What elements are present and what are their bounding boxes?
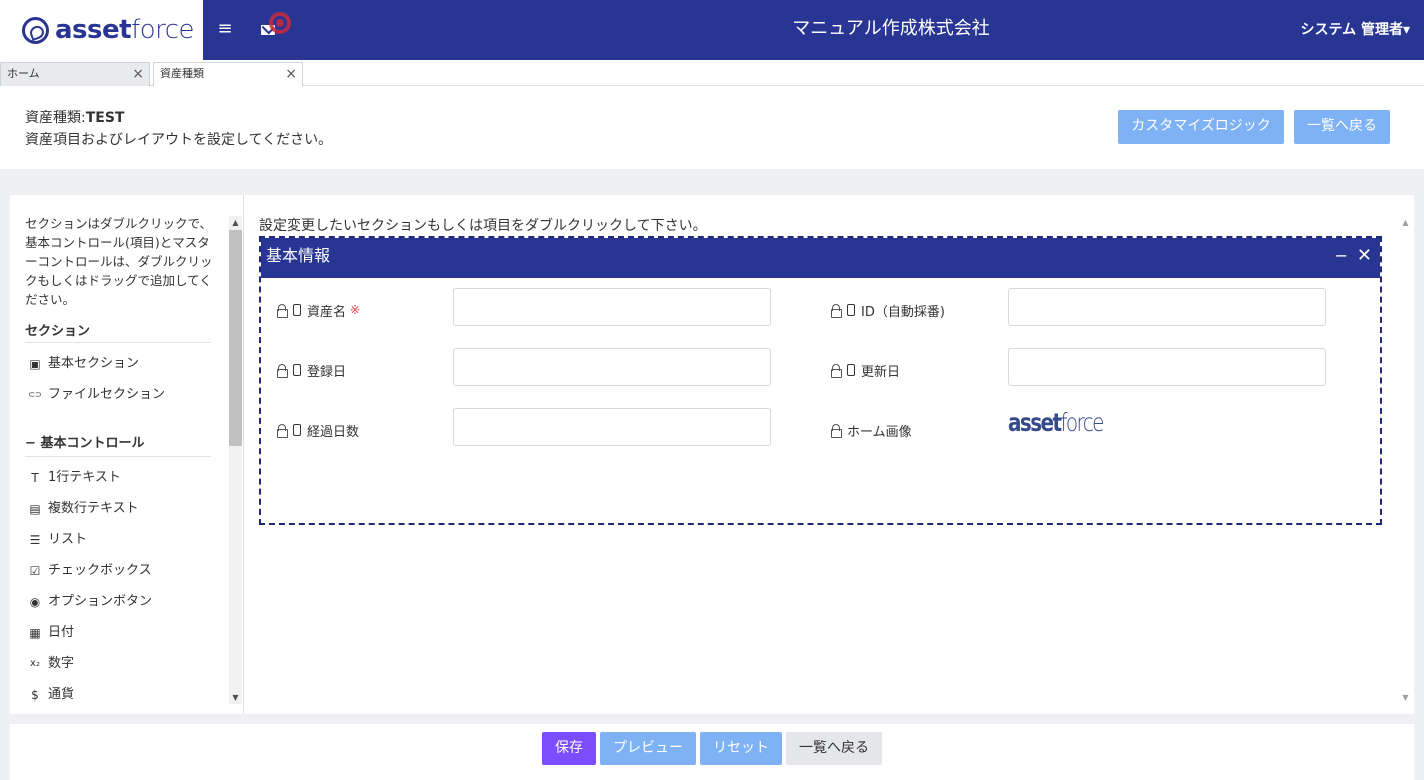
page-description: 資産項目およびレイアウトを設定してください。 xyxy=(25,132,333,148)
top-bar: assetforce ≡ マニュアル作成株式会社 システム 管理者▾ xyxy=(0,0,1424,60)
palette-item-list[interactable]: ☰ リスト xyxy=(28,530,87,550)
registered-date-input[interactable] xyxy=(453,348,771,386)
field-label-registered-date[interactable]: 登録日 xyxy=(277,360,346,380)
control-palette: セクションはダブルクリックで、基本コントロール(項目)とマスターコントロールは、… xyxy=(10,195,244,714)
calendar-icon: ▦ xyxy=(29,626,41,640)
mobile-icon xyxy=(293,364,301,376)
palette-item-file-section[interactable]: ⊂⊃ ファイルセクション xyxy=(28,385,165,405)
palette-item-single-line-text[interactable]: T 1行テキスト xyxy=(28,468,121,488)
collapse-icon: − xyxy=(25,436,36,451)
subscript-icon: x₂ xyxy=(30,658,40,669)
close-icon[interactable]: × xyxy=(285,63,297,85)
user-menu[interactable]: システム 管理者▾ xyxy=(1301,0,1411,60)
home-image-logo[interactable]: assetforce xyxy=(1008,408,1104,437)
lock-icon xyxy=(831,424,842,438)
tab-asset-type[interactable]: 資産種類 × xyxy=(153,62,303,87)
list-icon: ☰ xyxy=(29,533,41,547)
mobile-icon xyxy=(293,304,301,316)
divider xyxy=(25,456,211,457)
lock-icon xyxy=(831,304,842,318)
tab-home[interactable]: ホーム × xyxy=(0,62,150,86)
canvas-help-text: 設定変更したいセクションもしくは項目をダブルクリックして下さい。 xyxy=(259,218,707,234)
asset-name-input[interactable] xyxy=(453,288,771,326)
palette-item-checkbox[interactable]: ☑ チェックボックス xyxy=(28,561,152,581)
tab-bar: ホーム × 資産種類 × xyxy=(0,60,1424,87)
text-icon: T xyxy=(31,471,39,485)
page-title-area: 資産種類:TEST 資産項目およびレイアウトを設定してください。 カスタマイズロ… xyxy=(0,86,1424,169)
customize-logic-button[interactable]: カスタマイズロジック xyxy=(1118,110,1284,144)
radio-icon: ◉ xyxy=(29,595,41,609)
caret-down-icon: ▾ xyxy=(1402,22,1410,38)
updated-date-input[interactable] xyxy=(1008,348,1326,386)
user-name: システム 管理者 xyxy=(1300,22,1403,38)
lock-icon xyxy=(277,304,288,318)
company-name: マニュアル作成株式会社 xyxy=(792,18,990,39)
lock-icon xyxy=(277,364,288,378)
note-icon: ▤ xyxy=(29,502,41,516)
field-label-home-image[interactable]: ホーム画像 xyxy=(831,420,912,440)
mobile-icon xyxy=(847,304,855,316)
scrollbar-thumb[interactable] xyxy=(229,230,242,446)
field-label-elapsed-days[interactable]: 経過日数 xyxy=(277,420,359,440)
tab-label: ホーム xyxy=(7,67,40,80)
page-title: 資産種類:TEST xyxy=(25,110,125,126)
section-title: 基本情報 xyxy=(266,246,331,265)
scroll-down-icon[interactable]: ▼ xyxy=(229,691,242,704)
palette-item-currency[interactable]: $ 通貨 xyxy=(28,685,74,705)
palette-item-multi-line-text[interactable]: ▤ 複数行テキスト xyxy=(28,499,138,519)
scroll-up-icon[interactable]: ▲ xyxy=(1399,216,1412,229)
palette-item-option-button[interactable]: ◉ オプションボタン xyxy=(28,592,152,612)
field-label-asset-name[interactable]: 資産名 ※ xyxy=(277,300,360,320)
id-card-icon: ▣ xyxy=(29,357,41,371)
mobile-icon xyxy=(847,364,855,376)
section-basic-info[interactable]: 基本情報 − ✕ 資産名 ※ ID（自動採番) 登録日 更新日 経過日数 ホーム画… xyxy=(259,236,1382,525)
link-icon: ⊂⊃ xyxy=(28,390,42,399)
canvas-scrollbar[interactable]: ▲ ▼ xyxy=(1399,216,1412,704)
footer-actions: 保存 プレビュー リセット 一覧へ戻る xyxy=(10,724,1414,780)
palette-item-number[interactable]: x₂ 数字 xyxy=(28,654,74,674)
divider xyxy=(25,342,211,343)
lock-icon xyxy=(831,364,842,378)
dollar-icon: $ xyxy=(31,688,39,702)
basic-controls-heading[interactable]: − 基本コントロール xyxy=(25,432,144,451)
field-label-updated-date[interactable]: 更新日 xyxy=(831,360,900,380)
palette-help-text: セクションはダブルクリックで、基本コントロール(項目)とマスターコントロールは、… xyxy=(25,216,213,307)
palette-item-basic-section[interactable]: ▣ 基本セクション xyxy=(28,354,139,374)
palette-scrollbar[interactable]: ▲ ▼ xyxy=(229,216,242,704)
id-input[interactable] xyxy=(1008,288,1326,326)
lock-icon xyxy=(277,424,288,438)
sections-heading: セクション xyxy=(25,324,91,339)
minimize-icon[interactable]: − xyxy=(1335,238,1348,274)
close-icon[interactable]: ✕ xyxy=(1357,238,1372,274)
palette-item-date[interactable]: ▦ 日付 xyxy=(28,623,74,643)
section-header[interactable]: 基本情報 − ✕ xyxy=(261,238,1380,278)
tab-label: 資産種類 xyxy=(160,67,204,80)
elapsed-days-input[interactable] xyxy=(453,408,771,446)
save-button[interactable]: 保存 xyxy=(542,732,596,765)
back-to-list-button[interactable]: 一覧へ戻る xyxy=(1294,110,1390,144)
preview-button[interactable]: プレビュー xyxy=(600,732,696,765)
layout-editor: セクションはダブルクリックで、基本コントロール(項目)とマスターコントロールは、… xyxy=(10,195,1414,714)
scroll-down-icon[interactable]: ▼ xyxy=(1399,691,1412,704)
required-mark: ※ xyxy=(350,303,361,317)
field-label-id[interactable]: ID（自動採番) xyxy=(831,300,945,320)
scroll-up-icon[interactable]: ▲ xyxy=(229,216,242,229)
checkbox-icon: ☑ xyxy=(29,564,41,578)
close-icon[interactable]: × xyxy=(132,63,144,85)
reset-button[interactable]: リセット xyxy=(700,732,782,765)
mobile-icon xyxy=(293,424,301,436)
back-to-list-button[interactable]: 一覧へ戻る xyxy=(786,732,882,765)
